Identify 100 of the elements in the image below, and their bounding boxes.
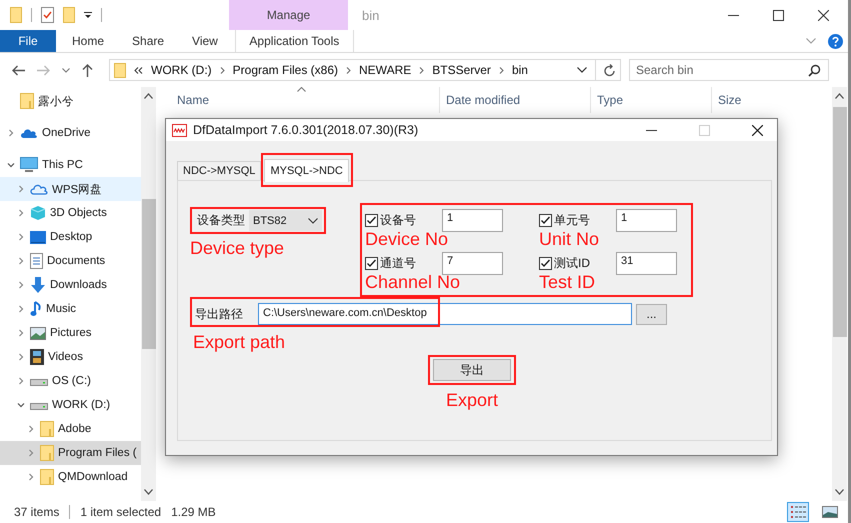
checkbox[interactable] (365, 214, 378, 227)
chevron-right-icon[interactable] (346, 66, 352, 74)
nav-item[interactable]: Music (0, 297, 141, 321)
chevron-right-icon[interactable] (17, 305, 25, 313)
scrollbar[interactable] (141, 87, 156, 501)
chevron-right-icon[interactable] (17, 185, 25, 193)
column-header[interactable]: Date modified (440, 87, 591, 113)
ribbon-tab[interactable]: Application Tools (234, 30, 354, 52)
device-type-dropdown[interactable]: BTS82 (249, 210, 322, 231)
checkbox[interactable] (539, 214, 552, 227)
chevron-right-icon[interactable] (27, 425, 35, 433)
maximize-icon[interactable] (773, 10, 784, 20)
window-title: bin (361, 6, 380, 24)
scroll-up-icon[interactable] (144, 93, 153, 99)
chevron-right-icon[interactable] (498, 66, 504, 74)
ribbon-tab[interactable]: Share (118, 30, 178, 52)
dropdown-icon[interactable] (84, 11, 92, 19)
column-header[interactable]: Size (712, 87, 818, 113)
nav-item[interactable]: Documents (0, 249, 141, 273)
close-icon[interactable] (752, 124, 763, 136)
column-header[interactable]: Type (591, 87, 712, 113)
breadcrumb-item[interactable]: BTSServer (432, 63, 491, 77)
chevron-right-icon[interactable] (17, 257, 25, 265)
nav-item[interactable]: Desktop (0, 225, 141, 249)
nav-item[interactable]: WPS网盘 (0, 177, 141, 201)
breadcrumb-item[interactable]: bin (512, 63, 528, 77)
chevron-right-icon[interactable] (17, 353, 25, 361)
ribbon-tab[interactable]: View (178, 30, 232, 52)
breadcrumb-item[interactable]: Program Files (x86) (232, 63, 338, 77)
chevron-right-icon[interactable] (419, 66, 424, 74)
nav-item[interactable]: Videos (0, 345, 141, 369)
chevron-right-icon[interactable] (17, 209, 25, 217)
nav-item[interactable]: OneDrive (0, 121, 141, 145)
chevron-down-icon[interactable] (17, 401, 25, 409)
nav-item[interactable]: Program Files ( (0, 441, 141, 465)
nav-item[interactable]: WORK (D:) (0, 393, 141, 417)
breadcrumb-item[interactable]: WORK (D:) (151, 63, 212, 77)
status-text: 1.29 MB (171, 505, 216, 519)
search-field[interactable]: Search bin (629, 59, 829, 81)
input-field[interactable]: 1 (442, 209, 503, 232)
folder-icon (40, 445, 54, 461)
status-text: 1 item selected (80, 505, 162, 519)
nav-item[interactable]: Pictures (0, 321, 141, 345)
close-icon[interactable] (818, 10, 829, 20)
nav-item[interactable]: Downloads (0, 273, 141, 297)
chevron-down-icon[interactable] (577, 67, 587, 73)
help-icon[interactable] (828, 34, 843, 48)
input-field[interactable]: 31 (616, 252, 677, 275)
cube-icon (30, 205, 46, 221)
ribbon-tab[interactable]: Home (58, 30, 118, 52)
chevron-right-icon[interactable] (7, 129, 15, 137)
double-chevron-left-icon[interactable] (134, 66, 143, 74)
nav-item[interactable]: 露小兮 (0, 89, 141, 113)
input-field[interactable]: 1 (616, 209, 677, 232)
checkbox-label[interactable]: 测试ID (554, 255, 590, 272)
search-icon[interactable] (808, 64, 821, 77)
annotation-label: Device type (190, 237, 286, 259)
details-view-button[interactable] (787, 502, 809, 522)
scroll-up-icon[interactable] (835, 93, 844, 99)
checkbox[interactable] (539, 257, 552, 270)
checklist-icon[interactable] (41, 7, 54, 23)
chevron-right-icon[interactable] (17, 377, 25, 385)
checkbox[interactable] (365, 257, 378, 270)
up-arrow-icon[interactable] (82, 64, 93, 76)
nav-item[interactable]: This PC (0, 153, 141, 177)
nav-item[interactable]: QMDownload (0, 465, 141, 489)
checkbox-label[interactable]: 通道号 (380, 255, 416, 272)
chevron-down-icon[interactable] (7, 161, 15, 169)
annotation-label: Export (446, 389, 498, 411)
chevron-right-icon[interactable] (220, 66, 225, 74)
chevron-right-icon[interactable] (17, 329, 25, 337)
address-bar[interactable]: WORK (D:) Program Files (x86) NEWARE BTSServer bin (109, 59, 621, 81)
chevron-right-icon[interactable] (17, 281, 25, 289)
sort-up-icon (297, 87, 306, 92)
tab[interactable]: MYSQL->NDC (264, 159, 349, 182)
ribbon-tab[interactable]: File (0, 30, 56, 52)
export-button[interactable]: 导出 (433, 359, 511, 381)
input-field[interactable]: C:\Users\neware.com.cn\Desktop (258, 303, 632, 325)
chevron-right-icon[interactable] (27, 473, 35, 481)
annotation-label: Export path (193, 331, 286, 353)
chevron-right-icon[interactable] (17, 233, 25, 241)
scrollbar[interactable] (832, 87, 847, 501)
column-header[interactable]: Name (177, 87, 440, 113)
tab[interactable]: NDC->MYSQL (177, 161, 262, 180)
nav-item[interactable]: OS (C:) (0, 369, 141, 393)
music-note-icon (30, 301, 42, 317)
refresh-icon[interactable] (604, 64, 616, 76)
checkbox-label[interactable]: 设备号 (380, 212, 416, 229)
breadcrumb-item[interactable]: NEWARE (359, 63, 412, 77)
nav-item[interactable]: 3D Objects (0, 201, 141, 225)
cloud-icon (30, 183, 48, 195)
back-arrow-icon[interactable] (12, 64, 25, 76)
scroll-down-icon[interactable] (144, 489, 153, 495)
input-field[interactable]: 7 (442, 252, 503, 275)
scroll-down-icon[interactable] (835, 489, 844, 495)
drive-icon (30, 400, 48, 410)
checkbox-label[interactable]: 单元号 (554, 212, 590, 229)
film-icon (30, 349, 44, 365)
nav-item[interactable]: Adobe (0, 417, 141, 441)
browse-button[interactable]: ... (636, 304, 667, 324)
